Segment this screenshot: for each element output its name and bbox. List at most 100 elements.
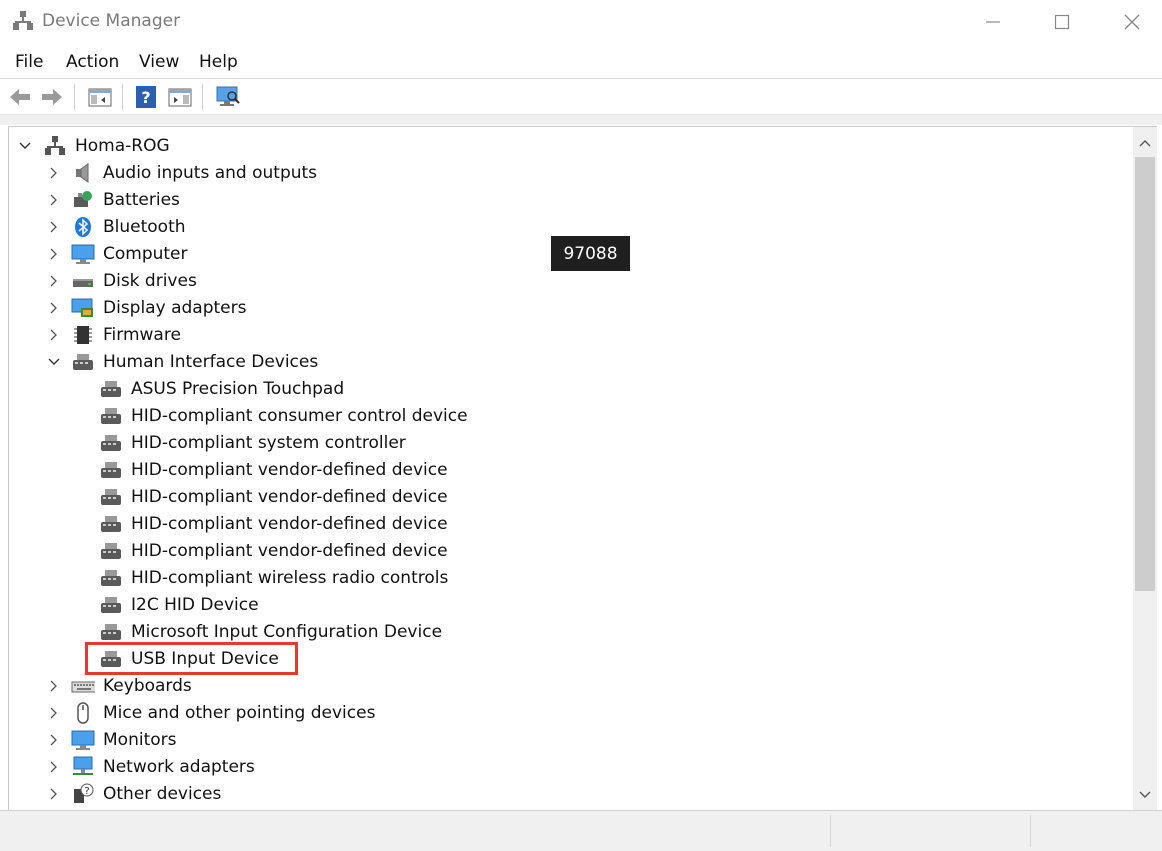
menu-help[interactable]: Help (199, 52, 238, 72)
speaker-icon (71, 162, 95, 184)
maximize-button[interactable] (1027, 0, 1097, 44)
tree-item-disk-drives[interactable]: Disk drives (71, 267, 197, 294)
chevron-right-icon[interactable] (47, 706, 61, 720)
menu-view[interactable]: View (139, 52, 179, 72)
maximize-icon (1054, 14, 1070, 30)
chevron-right-icon[interactable] (47, 787, 61, 801)
chevron-right-icon[interactable] (47, 220, 61, 234)
svg-text:?: ? (84, 786, 89, 797)
tree-child-ms-input-config[interactable]: Microsoft Input Configuration Device (99, 618, 442, 645)
device-tree[interactable]: Homa-ROG Audio inputs and outputs Batter… (8, 126, 1133, 810)
tree-child-label: Microsoft Input Configuration Device (131, 621, 443, 642)
chevron-right-icon[interactable] (47, 274, 61, 288)
show-hide-console-tree-button[interactable] (86, 83, 114, 111)
tree-child-label: HID-compliant consumer control device (131, 405, 468, 426)
tree-item-label: Batteries (103, 189, 180, 210)
tree-child-hid-vendor-defined[interactable]: HID-compliant vendor-defined device (99, 537, 448, 564)
toolbar: ? (0, 80, 1162, 115)
menu-bar: File Action View Help (0, 48, 1162, 79)
chevron-right-icon[interactable] (47, 733, 61, 747)
device-manager-window: Device Manager File Action View Help ? H… (0, 0, 1162, 851)
scan-hardware-icon (216, 86, 240, 106)
chevron-right-icon[interactable] (47, 301, 61, 315)
hid-icon (99, 567, 123, 589)
status-pane (1030, 815, 1161, 847)
tree-child-hid-consumer-control[interactable]: HID-compliant consumer control device (99, 402, 468, 429)
chevron-right-icon[interactable] (47, 679, 61, 693)
close-button[interactable] (1097, 0, 1162, 44)
window-title: Device Manager (42, 11, 181, 31)
tree-item-label: Disk drives (103, 270, 197, 291)
tree-child-hid-vendor-defined[interactable]: HID-compliant vendor-defined device (99, 483, 448, 510)
bluetooth-icon (71, 216, 95, 238)
hid-icon (99, 459, 123, 481)
tree-item-firmware[interactable]: Firmware (71, 321, 181, 348)
chevron-right-icon[interactable] (47, 193, 61, 207)
chevron-right-icon[interactable] (47, 247, 61, 261)
tree-item-label: Network adapters (103, 756, 255, 777)
tree-child-hid-system-controller[interactable]: HID-compliant system controller (99, 429, 406, 456)
help-button[interactable]: ? (132, 83, 160, 111)
mouse-icon (71, 701, 95, 724)
tree-item-display-adapters[interactable]: Display adapters (71, 294, 246, 321)
tree-item-batteries[interactable]: Batteries (71, 186, 180, 213)
tree-item-label: Bluetooth (103, 216, 186, 237)
tree-item-label: Keyboards (103, 675, 192, 696)
tree-item-label: Monitors (103, 729, 177, 750)
action-pane-button[interactable] (166, 83, 194, 111)
tree-item-label: Computer (103, 243, 188, 264)
id-badge: 97088 (551, 236, 630, 271)
tree-item-keyboards[interactable]: Keyboards (71, 672, 192, 699)
chevron-right-icon[interactable] (47, 760, 61, 774)
firmware-chip-icon (71, 324, 95, 346)
tree-child-label: HID-compliant vendor-defined device (131, 540, 448, 561)
hid-icon (99, 621, 123, 643)
help-icon: ? (136, 86, 156, 108)
scroll-down-arrow-icon[interactable] (1137, 787, 1153, 803)
hid-icon (99, 513, 123, 535)
computer-network-icon (43, 135, 67, 157)
tree-child-hid-vendor-defined[interactable]: HID-compliant vendor-defined device (99, 510, 448, 537)
forward-button[interactable] (38, 83, 66, 111)
hid-icon (99, 378, 123, 400)
scroll-up-arrow-icon[interactable] (1137, 135, 1153, 151)
tree-child-hid-wireless-radio[interactable]: HID-compliant wireless radio controls (99, 564, 448, 591)
device-manager-icon (12, 10, 34, 32)
tree-item-other-devices[interactable]: ? Other devices (71, 780, 221, 807)
tree-child-hid-vendor-defined[interactable]: HID-compliant vendor-defined device (99, 456, 448, 483)
menu-file[interactable]: File (15, 52, 43, 72)
tree-child-asus-precision-touchpad[interactable]: ASUS Precision Touchpad (99, 375, 344, 402)
tree-item-human-interface-devices[interactable]: Human Interface Devices (71, 348, 318, 375)
tree-item-monitors[interactable]: Monitors (71, 726, 176, 753)
chevron-right-icon[interactable] (47, 166, 61, 180)
scan-hardware-button[interactable] (214, 83, 242, 111)
svg-text:?: ? (141, 88, 150, 107)
menu-action[interactable]: Action (66, 52, 119, 72)
chevron-right-icon[interactable] (47, 328, 61, 342)
hid-icon (71, 351, 95, 373)
minimize-button[interactable] (958, 0, 1028, 44)
tree-child-label: ASUS Precision Touchpad (131, 378, 345, 399)
tree-item-computer[interactable]: Computer (71, 240, 188, 267)
tree-item-label: Audio inputs and outputs (103, 162, 318, 183)
tree-item-bluetooth[interactable]: Bluetooth (71, 213, 186, 240)
scrollbar-thumb[interactable] (1135, 157, 1155, 591)
toolbar-separator (74, 84, 75, 110)
tree-item-network-adapters[interactable]: Network adapters (71, 753, 255, 780)
network-adapter-icon (71, 756, 95, 778)
keyboard-icon (71, 675, 95, 697)
tree-item-audio[interactable]: Audio inputs and outputs (71, 159, 317, 186)
tree-root-homa-rog[interactable]: Homa-ROG (43, 132, 170, 159)
vertical-scrollbar[interactable] (1133, 126, 1157, 810)
tree-item-label: Firmware (103, 324, 181, 345)
status-bar (0, 810, 1162, 851)
back-button[interactable] (6, 83, 34, 111)
console-tree-icon (88, 88, 112, 107)
chevron-down-icon[interactable] (18, 139, 32, 153)
tree-child-i2c-hid-device[interactable]: I2C HID Device (99, 591, 259, 618)
toolbar-separator (202, 84, 203, 110)
chevron-down-icon[interactable] (47, 355, 61, 369)
minimize-icon (986, 21, 1000, 23)
hid-icon (99, 432, 123, 454)
tree-item-mice[interactable]: Mice and other pointing devices (71, 699, 375, 726)
